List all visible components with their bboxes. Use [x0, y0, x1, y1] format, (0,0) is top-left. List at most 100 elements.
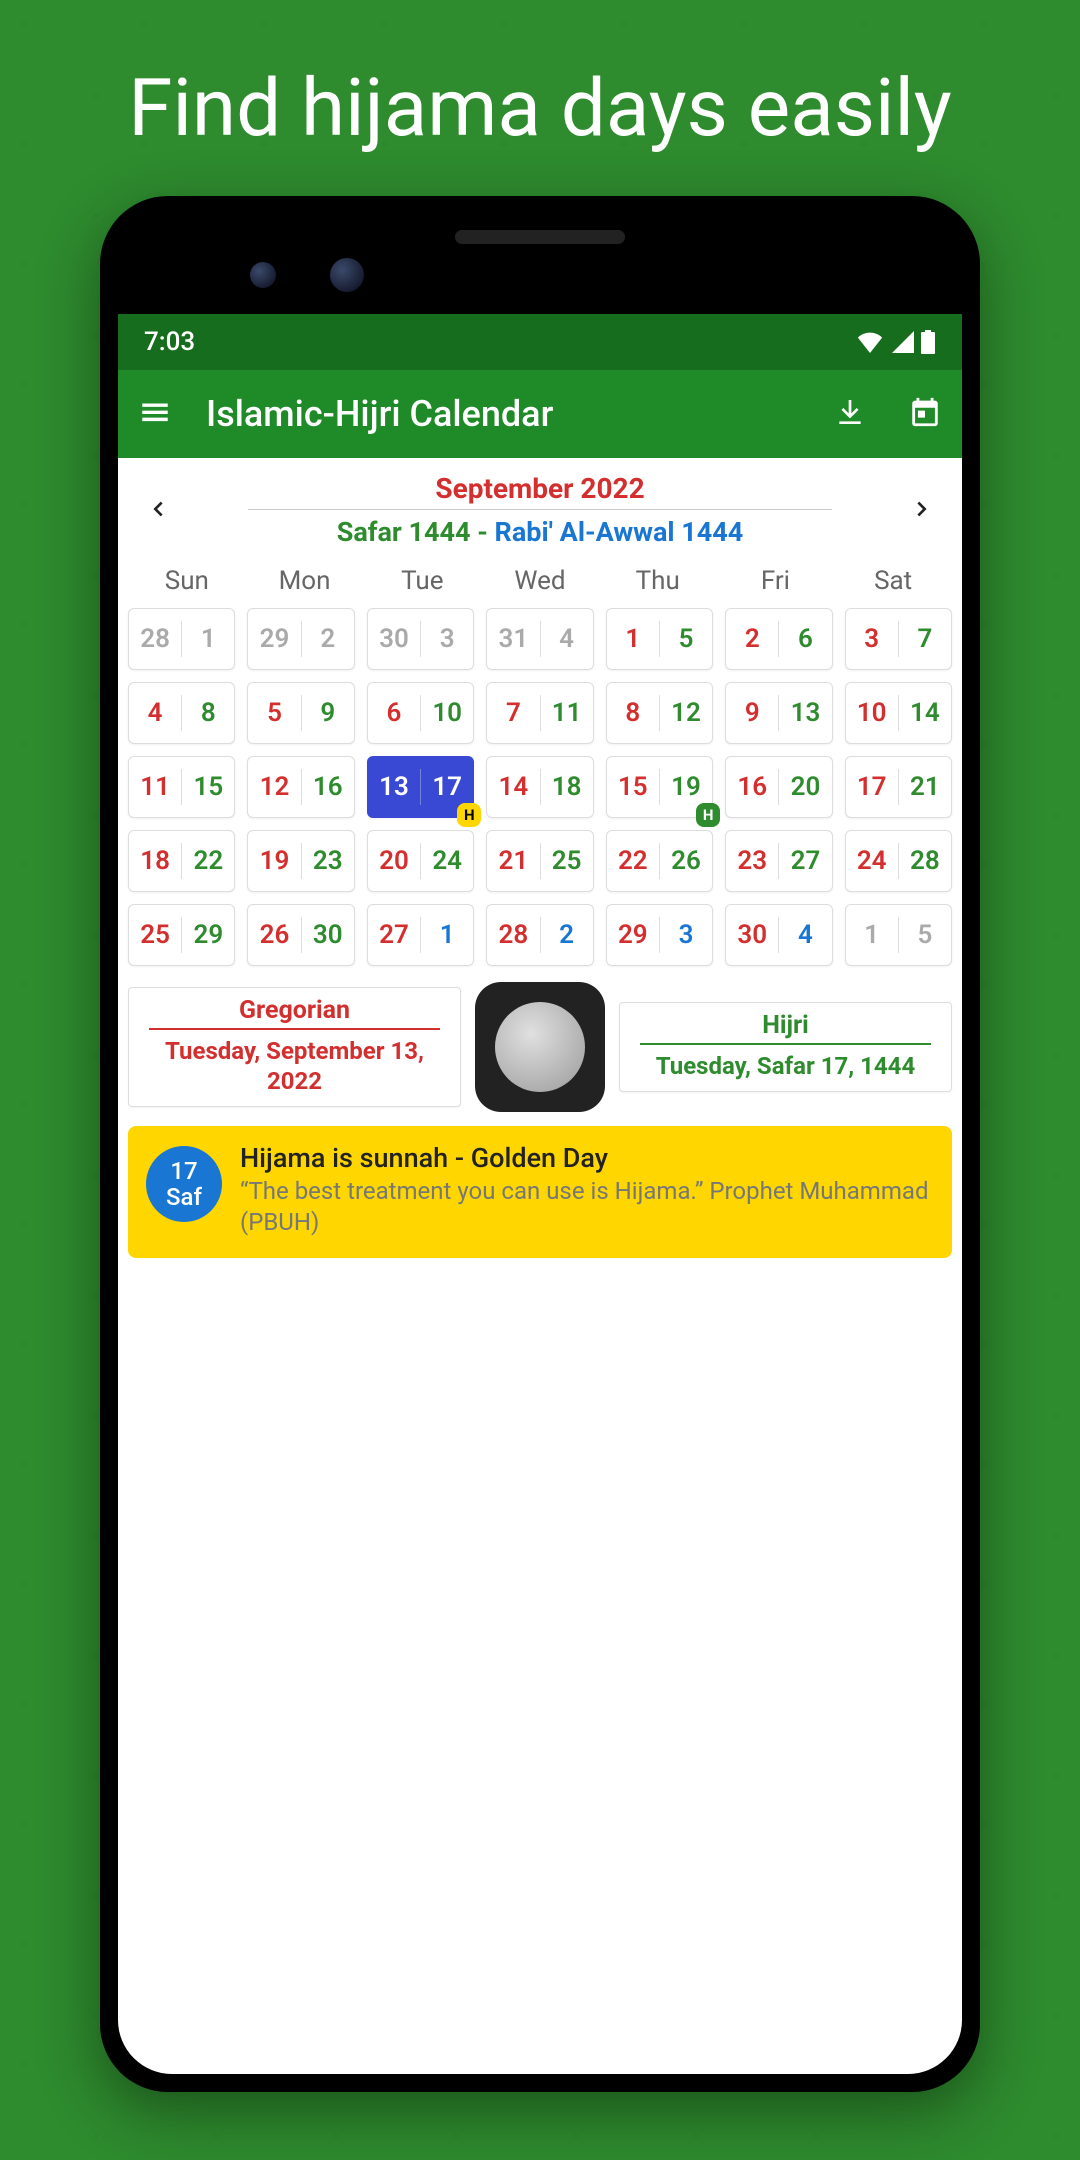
banner-text: Hijama is sunnah - Golden Day “The best … [240, 1142, 934, 1238]
calendar-day-cell[interactable]: 1620 [725, 756, 832, 818]
calendar-day-cell[interactable]: 610 [367, 682, 474, 744]
hijri-day: 25 [541, 846, 593, 876]
hijri-day: 29 [182, 920, 234, 950]
gregorian-day: 5 [248, 698, 300, 728]
today-icon[interactable] [908, 395, 942, 433]
calendar-day-cell[interactable]: 314 [486, 608, 593, 670]
phone-camera [250, 262, 276, 288]
calendar-day-cell[interactable]: 2428 [845, 830, 952, 892]
calendar-day-cell[interactable]: 1317H [367, 756, 474, 818]
calendar-day-cell[interactable]: 282 [486, 904, 593, 966]
gregorian-day: 19 [248, 846, 300, 876]
gregorian-day: 16 [726, 772, 778, 802]
date-info-row: Gregorian Tuesday, September 13, 2022 Hi… [118, 980, 962, 1124]
gregorian-day: 28 [129, 624, 181, 654]
calendar-day-cell[interactable]: 2327 [725, 830, 832, 892]
status-bar: 7:03 [118, 314, 962, 370]
hijri-day: 12 [660, 698, 712, 728]
hijri-day: 15 [182, 772, 234, 802]
calendar-day-cell[interactable]: 304 [725, 904, 832, 966]
gregorian-label: Gregorian [149, 996, 440, 1030]
weekday-label: Fri [717, 566, 835, 596]
gregorian-day: 22 [607, 846, 659, 876]
hijri-day: 19 [660, 772, 712, 802]
hijri-day: 30 [302, 920, 354, 950]
calendar-day-cell[interactable]: 293 [606, 904, 713, 966]
calendar-day-cell[interactable]: 15 [606, 608, 713, 670]
hijri-day: 6 [779, 624, 831, 654]
banner-title: Hijama is sunnah - Golden Day [240, 1142, 934, 1174]
calendar-day-cell[interactable]: 292 [247, 608, 354, 670]
hijri-day: 3 [421, 624, 473, 654]
gregorian-date-value: Tuesday, September 13, 2022 [135, 1036, 454, 1096]
gregorian-day: 30 [368, 624, 420, 654]
calendar-day-cell[interactable]: 271 [367, 904, 474, 966]
weekday-label: Sun [128, 566, 246, 596]
hijri-day: 3 [660, 920, 712, 950]
calendar-day-cell[interactable]: 1418 [486, 756, 593, 818]
calendar-day-cell[interactable]: 48 [128, 682, 235, 744]
gregorian-day: 30 [726, 920, 778, 950]
calendar-day-cell[interactable]: 1014 [845, 682, 952, 744]
calendar-day-cell[interactable]: 2529 [128, 904, 235, 966]
hijri-day: 13 [779, 698, 831, 728]
calendar-day-cell[interactable]: 1115 [128, 756, 235, 818]
prev-month-button[interactable] [138, 493, 178, 528]
hijri-day: 5 [660, 624, 712, 654]
gregorian-day: 8 [607, 698, 659, 728]
banner-quote: “The best treatment you can use is Hijam… [240, 1176, 934, 1238]
weekday-label: Sat [834, 566, 952, 596]
calendar-day-cell[interactable]: 1519H [606, 756, 713, 818]
menu-icon[interactable] [138, 395, 172, 433]
calendar-day-cell[interactable]: 1721 [845, 756, 952, 818]
calendar-day-cell[interactable]: 2630 [247, 904, 354, 966]
next-month-button[interactable] [902, 493, 942, 528]
status-icons [856, 330, 936, 354]
calendar-day-cell[interactable]: 913 [725, 682, 832, 744]
gregorian-day: 15 [607, 772, 659, 802]
battery-icon [920, 330, 936, 354]
banner-day: 17 [170, 1158, 197, 1184]
calendar-day-cell[interactable]: 15 [845, 904, 952, 966]
gregorian-month-label: September 2022 [178, 472, 902, 505]
calendar-day-cell[interactable]: 711 [486, 682, 593, 744]
banner-date-badge: 17 Saf [146, 1146, 222, 1222]
hijri-day: 28 [899, 846, 951, 876]
phone-speaker [455, 230, 625, 244]
gregorian-day: 18 [129, 846, 181, 876]
calendar-day-cell[interactable]: 812 [606, 682, 713, 744]
phone-frame: 7:03 Islamic-Hijri Calendar [100, 196, 980, 2092]
gregorian-day: 31 [487, 624, 539, 654]
hijama-badge: H [457, 803, 481, 827]
moon-phase[interactable] [475, 982, 605, 1112]
calendar-day-cell[interactable]: 303 [367, 608, 474, 670]
calendar-day-cell[interactable]: 37 [845, 608, 952, 670]
hijri-day: 24 [421, 846, 473, 876]
hijri-day: 23 [302, 846, 354, 876]
hijri-label: Hijri [640, 1011, 931, 1045]
calendar-day-cell[interactable]: 2226 [606, 830, 713, 892]
calendar-day-cell[interactable]: 2024 [367, 830, 474, 892]
gregorian-day: 27 [368, 920, 420, 950]
calendar-day-cell[interactable]: 26 [725, 608, 832, 670]
hijri-day: 17 [421, 772, 473, 802]
hijri-date-value: Tuesday, Safar 17, 1444 [626, 1051, 945, 1081]
calendar-day-cell[interactable]: 1216 [247, 756, 354, 818]
calendar-day-cell[interactable]: 2125 [486, 830, 593, 892]
gregorian-day: 9 [726, 698, 778, 728]
gregorian-day: 13 [368, 772, 420, 802]
hijri-day: 2 [302, 624, 354, 654]
gregorian-day: 4 [129, 698, 181, 728]
status-time: 7:03 [144, 327, 195, 357]
calendar-day-cell[interactable]: 1923 [247, 830, 354, 892]
calendar-day-cell[interactable]: 59 [247, 682, 354, 744]
hijri-day: 27 [779, 846, 831, 876]
gregorian-day: 25 [129, 920, 181, 950]
hijama-banner[interactable]: 17 Saf Hijama is sunnah - Golden Day “Th… [128, 1126, 952, 1258]
gregorian-day: 11 [129, 772, 181, 802]
download-icon[interactable] [834, 396, 866, 432]
gregorian-day: 3 [846, 624, 898, 654]
calendar-day-cell[interactable]: 1822 [128, 830, 235, 892]
calendar-day-cell[interactable]: 281 [128, 608, 235, 670]
wifi-icon [856, 331, 884, 353]
